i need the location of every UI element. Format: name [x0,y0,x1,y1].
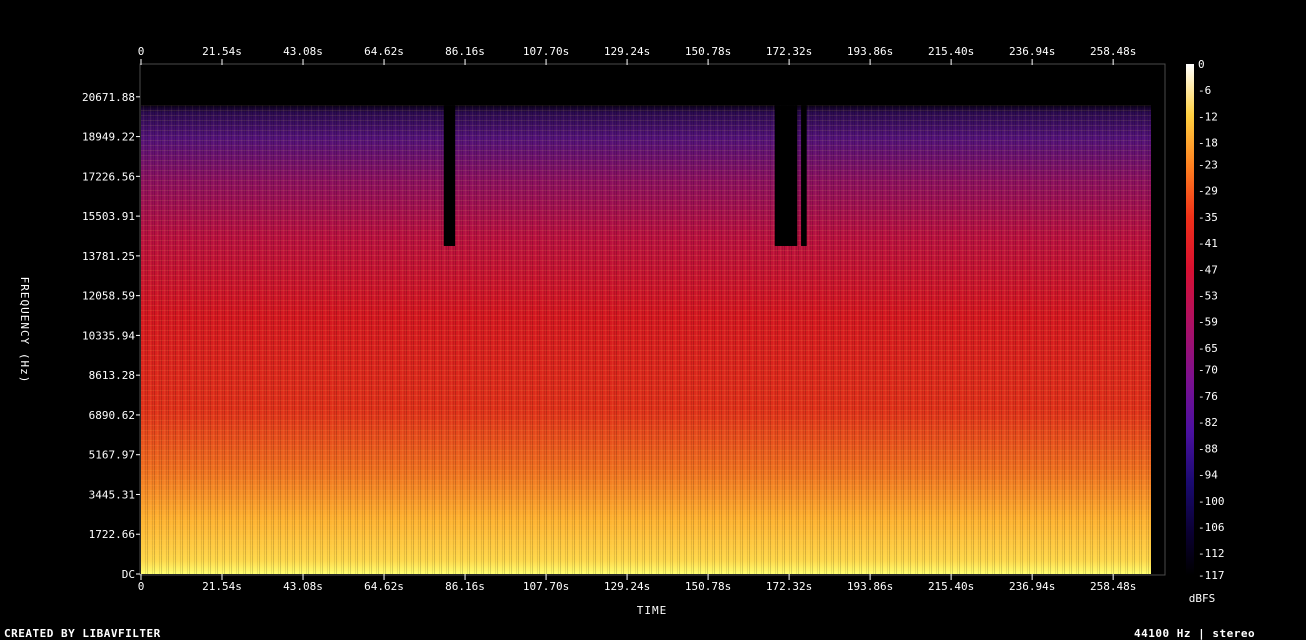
x-tick-bottom-9: 193.86s [847,580,893,593]
x-tick-bottom-12: 258.48s [1090,580,1136,593]
x-tick-bottom-6: 129.24s [604,580,650,593]
y-tick-6: 10335.94 [82,329,135,342]
colorbar [1186,64,1194,575]
y-axis: DC 1722.66 3445.31 5167.97 6890.62 8613.28 103… [82,91,140,581]
x-tick-top-4: 86.16s [445,45,485,58]
colorbar-tick-19: -112 [1198,547,1225,560]
y-tick-0: DC [122,568,135,581]
x-tick-top-12: 258.48s [1090,45,1136,58]
y-tick-3: 5167.97 [89,449,135,462]
x-axis-bottom: 0 21.54s 43.08s 64.62s 86.16s 107.70s 129.24s 1… [138,574,1136,593]
x-tick-top-5: 107.70s [523,45,569,58]
y-tick-9: 15503.91 [82,210,135,223]
x-tick-top-2: 43.08s [283,45,323,58]
spectrogram-chart: 0 21.54s 43.08s 64.62s 86.16s 107.70s 129.24s 1… [18,45,1225,617]
colorbar-tick-3: -18 [1198,137,1218,150]
x-tick-bottom-1: 21.54s [202,580,242,593]
spectrogram-harmonics [141,105,1151,575]
colorbar-tick-4: -23 [1198,158,1218,171]
gap-0 [443,105,456,246]
colorbar-tick-9: -53 [1198,289,1218,302]
colorbar-tick-15: -88 [1198,442,1218,455]
x-tick-bottom-8: 172.32s [766,580,812,593]
x-tick-top-7: 150.78s [685,45,731,58]
y-tick-10: 17226.56 [82,170,135,183]
colorbar-tick-1: -6 [1198,84,1211,97]
y-tick-2: 3445.31 [89,488,135,501]
x-tick-bottom-11: 236.94s [1009,580,1055,593]
colorbar-tick-17: -100 [1198,495,1225,508]
y-axis-title: FREQUENCY (Hz) [18,277,31,384]
x-tick-top-10: 215.40s [928,45,974,58]
x-tick-top-3: 64.62s [364,45,404,58]
colorbar-title: dBFS [1189,592,1216,605]
y-tick-1: 1722.66 [89,528,135,541]
gap-1 [774,105,798,246]
y-tick-8: 13781.25 [82,250,135,263]
y-tick-5: 8613.28 [89,369,135,382]
x-tick-top-11: 236.94s [1009,45,1055,58]
colorbar-tick-14: -82 [1198,416,1218,429]
colorbar-tick-11: -65 [1198,342,1218,355]
x-tick-top-0: 0 [138,45,145,58]
colorbar-tick-8: -47 [1198,263,1218,276]
footer-credit: CREATED BY LIBAVFILTER [4,627,161,640]
x-tick-bottom-2: 43.08s [283,580,323,593]
y-tick-12: 20671.88 [82,91,135,104]
x-axis-top: 0 21.54s 43.08s 64.62s 86.16s 107.70s 129.24s 1… [138,45,1136,65]
gap-2 [801,105,807,246]
x-axis-title: TIME [637,604,668,617]
x-tick-bottom-0: 0 [138,580,145,593]
colorbar-tick-10: -59 [1198,316,1218,329]
plot-area [141,105,1151,575]
x-tick-top-1: 21.54s [202,45,242,58]
y-tick-4: 6890.62 [89,409,135,422]
x-tick-top-6: 129.24s [604,45,650,58]
y-tick-7: 12058.59 [82,290,135,303]
x-tick-top-8: 172.32s [766,45,812,58]
colorbar-tick-18: -106 [1198,521,1225,534]
x-tick-bottom-4: 86.16s [445,580,485,593]
colorbar-tick-20: -117 [1198,569,1225,582]
x-tick-bottom-5: 107.70s [523,580,569,593]
x-tick-bottom-7: 150.78s [685,580,731,593]
colorbar-tick-16: -94 [1198,469,1218,482]
colorbar-tick-12: -70 [1198,364,1218,377]
colorbar-tick-0: 0 [1198,58,1205,71]
y-tick-11: 18949.22 [82,131,135,144]
colorbar-tick-13: -76 [1198,390,1218,403]
colorbar-tick-6: -35 [1198,211,1218,224]
colorbar-ticks: 0 -6 -12 -18 -23 -29 -35 -41 -47 -53 -59 -65 -70 -76 -… [1198,58,1225,582]
footer-audio-info: 44100 Hz | stereo [1134,627,1256,640]
x-tick-bottom-3: 64.62s [364,580,404,593]
x-tick-bottom-10: 215.40s [928,580,974,593]
colorbar-tick-7: -41 [1198,237,1218,250]
colorbar-tick-2: -12 [1198,110,1218,123]
colorbar-tick-5: -29 [1198,185,1218,198]
x-tick-top-9: 193.86s [847,45,893,58]
